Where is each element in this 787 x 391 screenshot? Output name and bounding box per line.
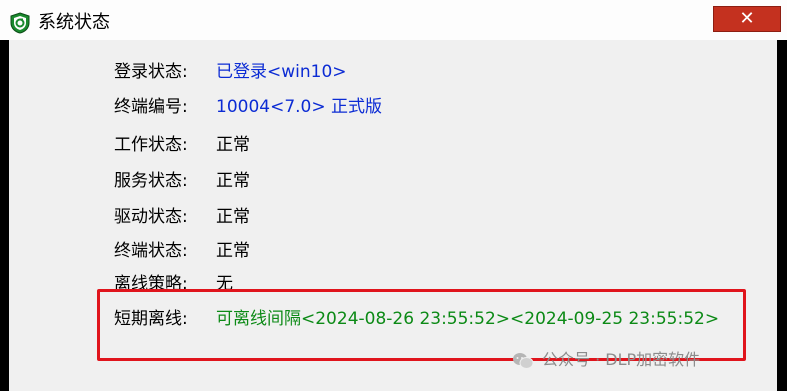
- title-bar[interactable]: 系统状态 ✕: [0, 0, 787, 40]
- status-row-work: 工作状态: 正常: [114, 134, 250, 156]
- service-status-label: 服务状态:: [114, 171, 188, 191]
- driver-status-label: 驱动状态:: [114, 207, 188, 227]
- shield-app-icon: [10, 12, 30, 34]
- login-status-value: 已登录<win10>: [216, 62, 347, 82]
- work-status-label: 工作状态:: [114, 135, 188, 155]
- close-button[interactable]: ✕: [713, 6, 781, 32]
- terminal-status-value: 正常: [216, 241, 250, 261]
- system-status-window: 系统状态 ✕ 登录状态: 已登录<win10> 终端编号: 10004<7.0> 正…: [0, 0, 787, 391]
- status-row-driver: 驱动状态: 正常: [114, 206, 250, 228]
- window-title: 系统状态: [38, 12, 110, 33]
- terminal-id-value: 10004<7.0> 正式版: [216, 97, 383, 117]
- wechat-icon: [513, 352, 534, 369]
- terminal-status-label: 终端状态:: [114, 241, 188, 261]
- watermark-text: 公众号 · DLP加密软件: [542, 350, 701, 369]
- status-row-terminal-id: 终端编号: 10004<7.0> 正式版: [114, 96, 382, 118]
- driver-status-value: 正常: [216, 207, 250, 227]
- login-status-label: 登录状态:: [114, 62, 188, 82]
- terminal-id-label: 终端编号:: [114, 97, 188, 117]
- status-row-terminal: 终端状态: 正常: [114, 240, 250, 262]
- work-status-value: 正常: [216, 135, 250, 155]
- close-icon: ✕: [739, 8, 755, 29]
- service-status-value: 正常: [216, 171, 250, 191]
- status-row-service: 服务状态: 正常: [114, 170, 250, 192]
- watermark: 公众号 · DLP加密软件: [512, 347, 700, 373]
- status-row-login: 登录状态: 已登录<win10>: [114, 61, 347, 83]
